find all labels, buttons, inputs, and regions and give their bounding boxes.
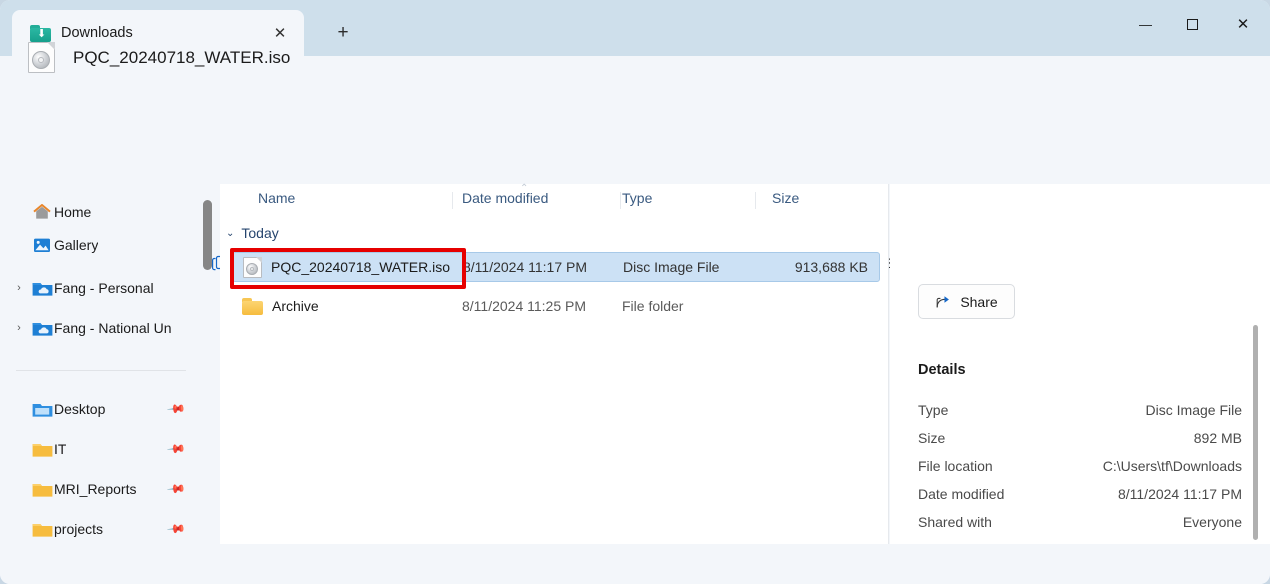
sidebar-item-fang-personal[interactable]: › Fang - Personal	[8, 272, 194, 304]
sidebar-item-fang-national[interactable]: › Fang - National Un	[8, 312, 194, 344]
column-header-size[interactable]: Size	[772, 190, 799, 206]
detail-key: Shared with	[918, 514, 992, 530]
chevron-right-icon[interactable]: ›	[8, 282, 30, 294]
iso-file-icon	[28, 42, 55, 73]
status-bar: 2 items 1 item selected 892 MB	[0, 544, 1270, 584]
detail-value: 8/11/2024 11:17 PM	[1117, 486, 1242, 502]
navigation-sidebar[interactable]: Home Gallery › Fang - Personal › Fang - …	[0, 184, 205, 544]
sidebar-item-label: Fang - Personal	[54, 280, 154, 296]
iso-file-icon	[243, 256, 262, 278]
pin-icon[interactable]: 📌	[166, 399, 186, 419]
column-header-date-modified[interactable]: Date modified	[462, 190, 548, 206]
folder-icon	[30, 481, 54, 498]
sidebar-item-label: Gallery	[54, 237, 99, 253]
details-section-title: Details	[918, 362, 966, 378]
share-icon	[935, 294, 952, 310]
maximize-button[interactable]	[1169, 0, 1216, 48]
sidebar-item-label: projects	[54, 521, 104, 537]
share-button[interactable]: Share	[918, 284, 1015, 319]
file-date-cell: 8/11/2024 11:17 PM	[463, 259, 588, 275]
minimize-button[interactable]: —	[1122, 0, 1169, 48]
file-date-cell: 8/11/2024 11:25 PM	[462, 298, 587, 314]
file-size-cell: 913,688 KB	[794, 259, 868, 275]
detail-row-type: Type Disc Image File	[918, 398, 1242, 426]
details-scrollbar-thumb[interactable]	[1253, 325, 1258, 540]
detail-row-size: Size 892 MB	[918, 426, 1242, 454]
tab-title: Downloads	[61, 25, 133, 41]
detail-key: Type	[918, 402, 949, 418]
column-header-type[interactable]: Type	[622, 190, 652, 206]
command-bar: New ⌄	[0, 114, 1270, 276]
sidebar-item-label: MRI_Reports	[54, 481, 137, 497]
detail-value: Everyone	[1182, 514, 1242, 530]
details-file-name: PQC_20240718_WATER.iso	[73, 47, 291, 67]
home-icon	[30, 204, 54, 220]
sidebar-item-label: IT	[54, 441, 67, 457]
sidebar-item-mri-reports[interactable]: MRI_Reports 📌	[8, 473, 194, 505]
sidebar-item-desktop[interactable]: Desktop 📌	[8, 393, 194, 425]
folder-downloads-icon: ⬇	[30, 24, 51, 42]
file-name-cell: Archive	[242, 297, 319, 315]
file-list-pane[interactable]: Name ⌃ Date modified Type Size ⌄ Today P…	[220, 183, 888, 544]
column-header-name[interactable]: Name	[258, 190, 295, 206]
file-type-cell: Disc Image File	[623, 259, 720, 275]
detail-key: Size	[918, 430, 946, 446]
file-explorer-window: ⬇ Downloads ✕ + — ✕ ← → ↑ ⟳ ›	[0, 0, 1270, 584]
sidebar-item-label: Desktop	[54, 401, 106, 417]
sidebar-item-label: Home	[54, 204, 92, 220]
onedrive-folder-icon	[30, 280, 54, 297]
detail-key: Date modified	[918, 486, 1005, 502]
file-name-label: Archive	[272, 298, 319, 314]
folder-icon	[242, 297, 263, 315]
close-window-button[interactable]: ✕	[1216, 0, 1270, 48]
pane-divider	[888, 184, 889, 544]
group-header-label: Today	[241, 225, 279, 241]
sidebar-item-it[interactable]: IT 📌	[8, 433, 194, 465]
details-file-header: PQC_20240718_WATER.iso	[28, 42, 290, 73]
sidebar-item-home[interactable]: Home	[8, 196, 194, 228]
chevron-down-icon[interactable]: ⌄	[226, 228, 234, 239]
detail-row-date-modified: Date modified 8/11/2024 11:17 PM	[918, 482, 1242, 510]
pin-icon[interactable]: 📌	[166, 479, 186, 499]
detail-row-file-location: File location C:\Users\tf\Downloads	[918, 454, 1242, 482]
onedrive-folder-icon	[30, 320, 54, 337]
group-header-today[interactable]: ⌄ Today	[226, 220, 279, 246]
column-headers: Name ⌃ Date modified Type Size	[220, 183, 888, 214]
folder-icon	[30, 521, 54, 538]
detail-value: Disc Image File	[1145, 402, 1242, 418]
detail-key: File location	[918, 458, 993, 474]
detail-row-shared-with: Shared with Everyone	[918, 510, 1242, 538]
window-controls: — ✕	[1122, 0, 1270, 48]
detail-value: C:\Users\tf\Downloads	[1102, 458, 1242, 474]
file-type-cell: File folder	[622, 298, 684, 314]
new-tab-button[interactable]: +	[328, 18, 358, 48]
sidebar-item-projects[interactable]: projects 📌	[8, 513, 194, 544]
folder-icon	[30, 441, 54, 458]
table-row[interactable]: Archive 8/11/2024 11:25 PM File folder	[232, 291, 880, 321]
sidebar-scrollbar-thumb[interactable]	[203, 200, 212, 270]
gallery-icon	[30, 237, 54, 254]
sidebar-divider	[16, 370, 186, 371]
chevron-right-icon[interactable]: ›	[8, 322, 30, 334]
pin-icon[interactable]: 📌	[166, 439, 186, 459]
share-button-label: Share	[960, 293, 998, 310]
desktop-folder-icon	[30, 401, 54, 418]
table-row[interactable]: PQC_20240718_WATER.iso 8/11/2024 11:17 P…	[232, 252, 880, 282]
sidebar-item-label: Fang - National Un	[54, 320, 172, 336]
file-name-cell: PQC_20240718_WATER.iso	[243, 256, 450, 278]
file-name-label: PQC_20240718_WATER.iso	[271, 259, 450, 275]
detail-value: 892 MB	[1193, 430, 1242, 446]
sidebar-item-gallery[interactable]: Gallery	[8, 229, 194, 261]
pin-icon[interactable]: 📌	[166, 519, 186, 539]
